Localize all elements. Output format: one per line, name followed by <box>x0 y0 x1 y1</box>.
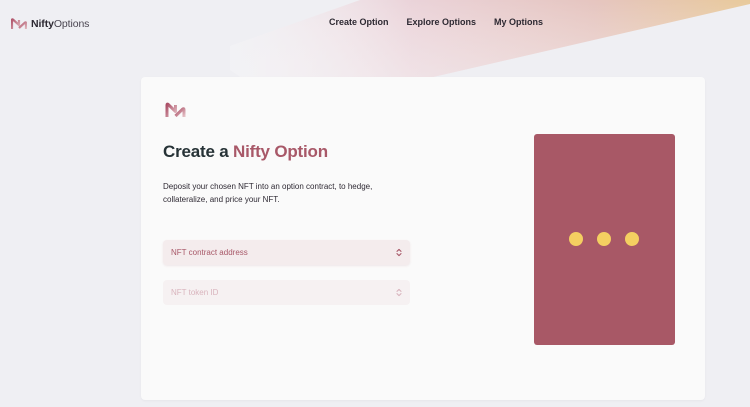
nft-preview-panel <box>534 134 675 345</box>
nav-my-options[interactable]: My Options <box>494 17 543 27</box>
top-header: NiftyOptions Create Option Explore Optio… <box>0 0 750 46</box>
nav-explore-options[interactable]: Explore Options <box>407 17 477 27</box>
create-option-card: Create a Nifty Option Deposit your chose… <box>141 77 705 400</box>
loading-dot <box>569 232 583 246</box>
nft-token-id-select[interactable]: NFT token ID <box>163 280 410 305</box>
loading-dot <box>625 232 639 246</box>
page-title-accent: Nifty Option <box>233 142 328 161</box>
brand-name-light: Options <box>53 18 90 30</box>
nav-create-option[interactable]: Create Option <box>329 17 389 27</box>
nifty-logo-icon <box>11 18 27 29</box>
page-description: Deposit your chosen NFT into an option c… <box>163 182 373 204</box>
chevron-up-down-icon <box>396 248 402 257</box>
loading-dot <box>597 232 611 246</box>
loading-indicator <box>569 232 639 246</box>
nifty-logo-icon <box>165 102 186 118</box>
brand[interactable]: NiftyOptions <box>11 16 89 32</box>
page-title-plain: Create a <box>163 142 234 161</box>
brand-name: NiftyOptions <box>31 18 89 30</box>
main-nav: Create Option Explore Options My Options <box>329 17 543 27</box>
page-title: Create a Nifty Option <box>163 142 328 162</box>
nft-contract-address-select[interactable]: NFT contract address <box>163 240 410 265</box>
chevron-up-down-icon <box>396 288 402 297</box>
nft-contract-address-label: NFT contract address <box>171 248 248 257</box>
brand-name-bold: Nifty <box>31 18 54 30</box>
nft-token-id-label: NFT token ID <box>171 288 219 297</box>
